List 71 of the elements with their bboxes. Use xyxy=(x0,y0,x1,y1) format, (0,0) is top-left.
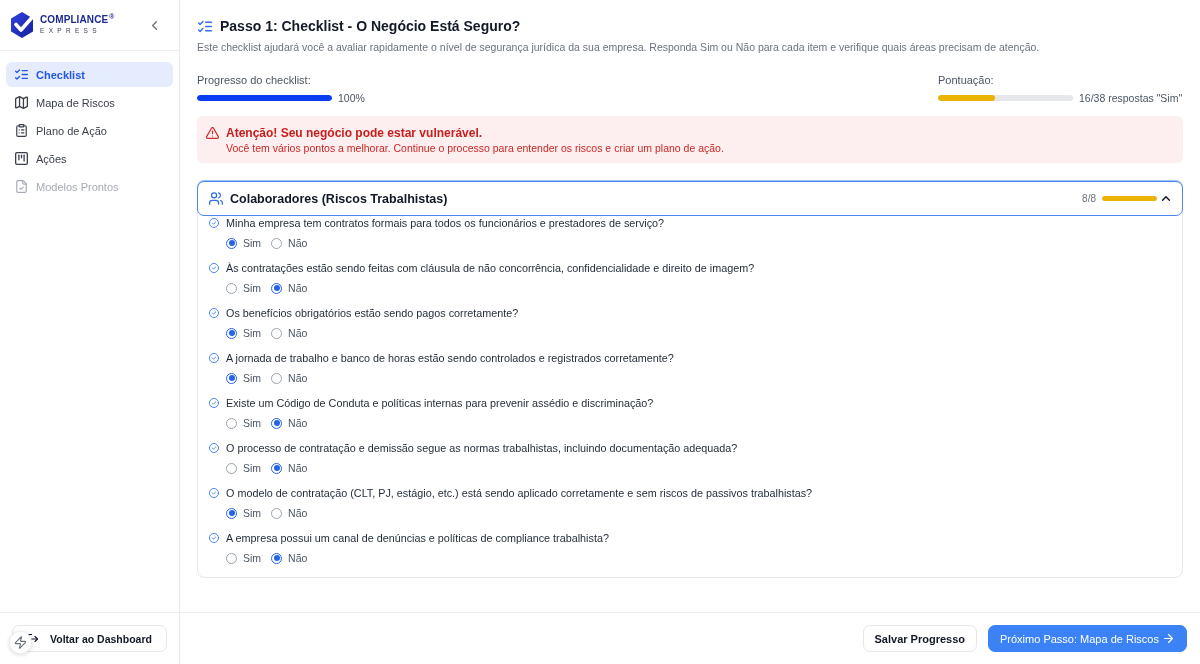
radio-button[interactable] xyxy=(226,417,237,429)
radio-label[interactable]: Não xyxy=(288,372,308,384)
radio-button[interactable] xyxy=(226,327,237,339)
radio-button[interactable] xyxy=(271,237,283,249)
radio-label[interactable]: Sim xyxy=(243,237,262,249)
nav-item[interactable]: Ações xyxy=(6,146,173,171)
radio-button[interactable] xyxy=(271,507,283,519)
radio-button[interactable] xyxy=(271,372,283,384)
alert-title: Atenção! Seu negócio pode estar vulnerável. xyxy=(226,125,483,140)
clipboard-icon xyxy=(15,124,28,137)
back-to-dashboard-button[interactable]: Voltar ao Dashboard xyxy=(12,625,167,652)
board-icon xyxy=(15,152,28,165)
question-text: Às contratações estão sendo feitas com cláusula de não concorrência, confidencialidade e direito de imagem? xyxy=(226,262,755,274)
question-text: O modelo de contratação (CLT, PJ, estágio, etc.) está sendo aplicado corretamente e sem riscos de passivos trabalhistas? xyxy=(226,487,813,499)
radio-button[interactable] xyxy=(271,462,283,474)
logo-wordmark: COMPLIANCE$^{®}$ xyxy=(40,15,115,26)
radio-label[interactable]: Não xyxy=(288,417,308,429)
radio-button[interactable] xyxy=(226,282,237,294)
radio-label[interactable]: Não xyxy=(288,462,308,474)
radio-label[interactable]: Sim xyxy=(243,417,262,429)
radio-label[interactable]: Não xyxy=(288,282,308,294)
alert-message: Você tem vários pontos a melhorar. Continue o processo para entender os riscos e criar um plano de ação. xyxy=(226,141,725,155)
save-progress-button[interactable]: Salvar Progresso xyxy=(862,625,977,652)
radio-label[interactable]: Sim xyxy=(243,552,262,564)
radio-button[interactable] xyxy=(271,552,283,564)
radio-button[interactable] xyxy=(226,552,237,564)
radio-button[interactable] xyxy=(271,417,283,429)
page-title: Passo 1: Checklist - O Negócio Está Seguro? xyxy=(220,17,521,36)
score-reading: 16/38 respostas "Sim" xyxy=(1079,92,1183,104)
accordion-header[interactable]: Colaboradores (Riscos Trabalhistas) 8/8 xyxy=(197,181,1183,216)
score-label: Pontuação: xyxy=(938,73,995,87)
next-step-button[interactable]: Próximo Passo: Mapa de Riscos xyxy=(988,625,1187,652)
answered-count: 8/8 xyxy=(1082,193,1096,204)
radio-label[interactable]: Sim xyxy=(243,282,262,294)
radio-button[interactable] xyxy=(226,237,237,249)
radio-label[interactable]: Não xyxy=(288,507,308,519)
radio-button[interactable] xyxy=(226,372,237,384)
lightning-icon[interactable] xyxy=(9,631,32,654)
radio-label[interactable]: Não xyxy=(288,327,308,339)
radio-label[interactable]: Sim xyxy=(243,507,262,519)
question-text: Existe um Código de Conduta e políticas internas para prevenir assédio e discriminação? xyxy=(226,397,654,409)
section-title: Colaboradores (Riscos Trabalhistas) xyxy=(230,191,448,206)
progress-reading: 100% xyxy=(338,92,365,104)
radio-label[interactable]: Não xyxy=(288,237,308,249)
warning-icon xyxy=(206,126,219,139)
map-icon xyxy=(15,96,28,109)
arrow-right-icon xyxy=(1164,634,1173,643)
question-text: A empresa possui um canal de denúncias e políticas de compliance trabalhista? xyxy=(226,532,609,544)
nav-item[interactable]: Plano de Ação xyxy=(6,118,173,143)
radio-button[interactable] xyxy=(271,327,283,339)
chevron-left-icon[interactable] xyxy=(152,20,157,30)
question-text: Minha empresa tem contratos formais para todos os funcionários e prestadores de serviço? xyxy=(226,217,665,229)
chevron-up-icon[interactable] xyxy=(1162,196,1170,201)
nav-item[interactable]: Mapa de Riscos xyxy=(6,90,173,115)
radio-label[interactable]: Não xyxy=(288,552,308,564)
users-icon xyxy=(209,192,223,205)
nav-item[interactable]: Checklist xyxy=(6,62,173,87)
radio-button[interactable] xyxy=(226,507,237,519)
progress-label: Progresso do checklist: xyxy=(197,73,312,87)
radio-label[interactable]: Sim xyxy=(243,372,262,384)
question-text: Os benefícios obrigatórios estão sendo pagos corretamente? xyxy=(226,307,519,319)
checklist-icon xyxy=(15,68,28,81)
page-description: Este checklist ajudará você a avaliar rapidamente o nível de segurança jurídica da sua empresa. Responda Sim ou Não para cada item e verifique quais áreas precisam de atenção. xyxy=(197,40,1041,54)
question-text: O processo de contratação e demissão segue as normas trabalhistas, incluindo documentação adequada? xyxy=(226,442,738,454)
file-check-icon xyxy=(15,180,28,193)
radio-label[interactable]: Sim xyxy=(243,327,262,339)
radio-button[interactable] xyxy=(271,282,283,294)
question-text: A jornada de trabalho e banco de horas estão sendo controlados e registrados corretamente? xyxy=(226,352,674,364)
radio-label[interactable]: Sim xyxy=(243,462,262,474)
checklist-icon xyxy=(198,19,212,33)
radio-button[interactable] xyxy=(226,462,237,474)
